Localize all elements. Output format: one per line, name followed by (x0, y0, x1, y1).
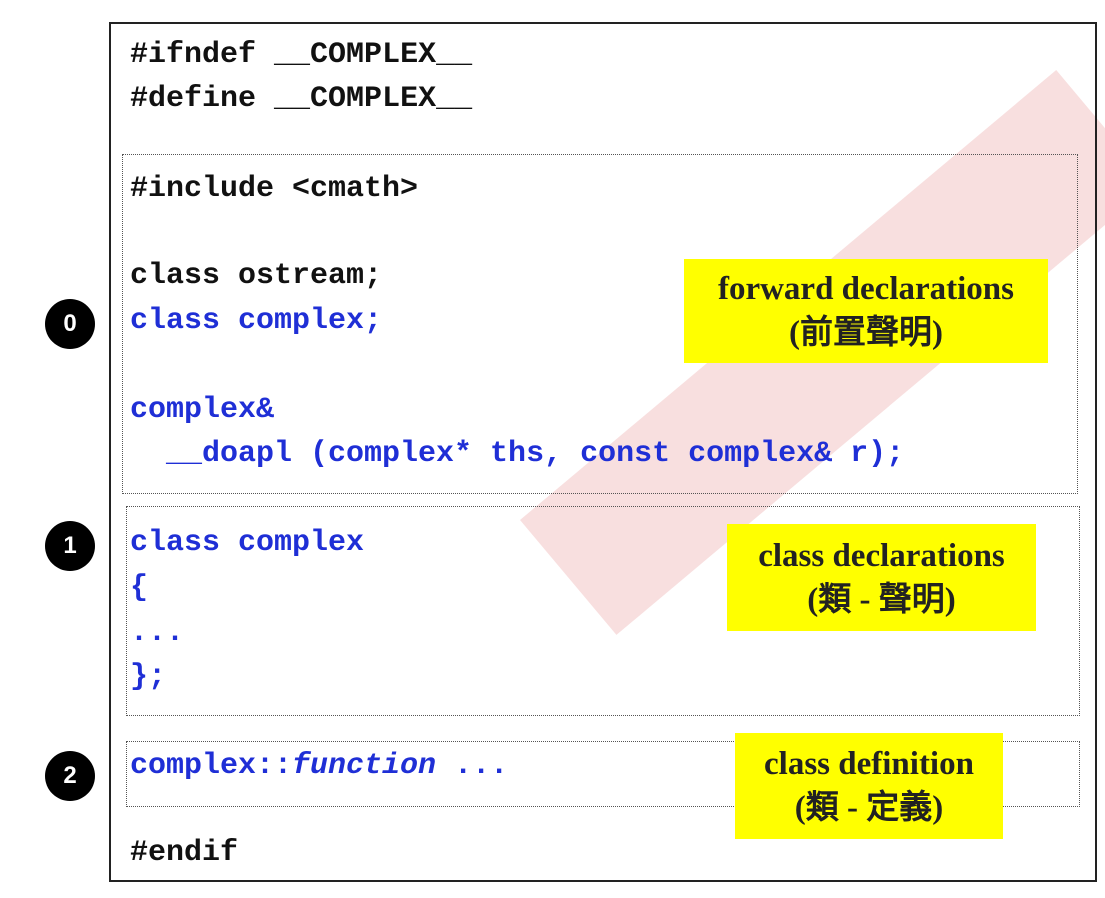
forward-declarations-note: forward declarations (前置聲明) (684, 259, 1048, 363)
note-subtitle: (類 - 聲明) (807, 581, 956, 618)
class-complex-line: class complex (130, 526, 365, 560)
function-name: function (292, 749, 437, 783)
note-title: class definition (764, 746, 974, 782)
step-badge-2: 2 (45, 751, 95, 801)
endif-line: #endif (130, 836, 239, 870)
define-keyword: #define (130, 82, 257, 116)
scope-prefix: complex:: (130, 749, 293, 783)
function-definition-line: complex::function ... (130, 749, 508, 783)
step-badge-0: 0 (45, 299, 95, 349)
step-badge-1: 1 (45, 521, 95, 571)
class-declarations-note: class declarations (類 - 聲明) (727, 524, 1036, 631)
define-line: #define __COMPLEX__ (130, 82, 472, 116)
complex-forward-declaration: class complex; (130, 304, 383, 338)
close-brace: }; (130, 660, 167, 694)
ellipsis-line: ... (130, 616, 185, 650)
ifndef-line: #ifndef __COMPLEX__ (130, 38, 472, 72)
note-subtitle: (類 - 定義) (794, 790, 944, 826)
note-subtitle: (前置聲明) (789, 315, 943, 351)
ostream-declaration: class ostream; (130, 259, 383, 293)
include-line: #include <cmath> (130, 172, 419, 206)
note-title: forward declarations (717, 271, 1015, 307)
function-suffix: ... (436, 749, 509, 783)
note-title: class declarations (758, 537, 1005, 574)
doapl-return-type: complex& (130, 393, 275, 427)
ifndef-keyword: #ifndef (130, 38, 257, 72)
open-brace: { (130, 571, 149, 605)
class-definition-note: class definition (類 - 定義) (735, 733, 1003, 839)
doapl-declaration: __doapl (complex* ths, const complex& r)… (130, 437, 905, 471)
guard-macro: __COMPLEX__ (274, 38, 473, 72)
guard-macro: __COMPLEX__ (274, 82, 473, 116)
